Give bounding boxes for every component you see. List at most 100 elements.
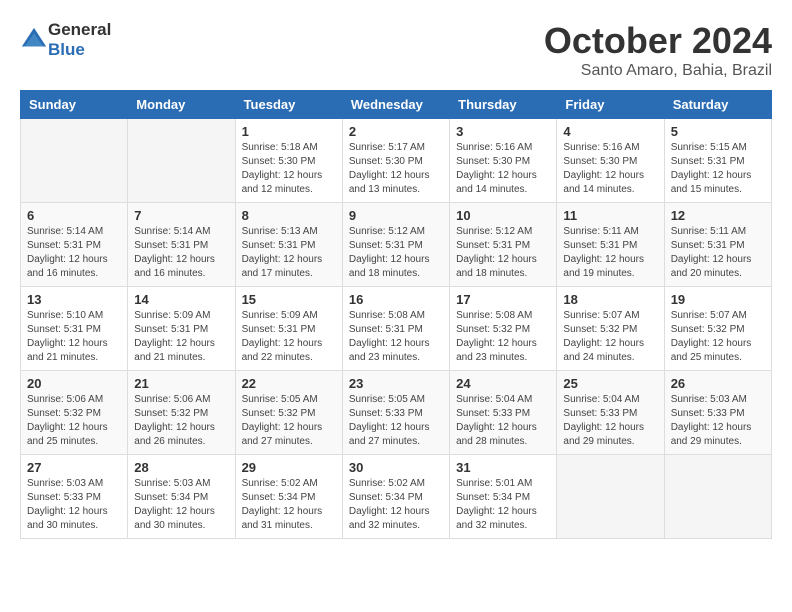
calendar: SundayMondayTuesdayWednesdayThursdayFrid… [20, 90, 772, 539]
day-number: 15 [242, 292, 336, 307]
day-number: 8 [242, 208, 336, 223]
day-info: Sunrise: 5:08 AM Sunset: 5:32 PM Dayligh… [456, 309, 550, 365]
day-info: Sunrise: 5:06 AM Sunset: 5:32 PM Dayligh… [27, 393, 121, 449]
day-cell: 28Sunrise: 5:03 AM Sunset: 5:34 PM Dayli… [128, 455, 235, 539]
day-info: Sunrise: 5:10 AM Sunset: 5:31 PM Dayligh… [27, 309, 121, 365]
day-cell: 14Sunrise: 5:09 AM Sunset: 5:31 PM Dayli… [128, 287, 235, 371]
week-row-3: 13 Sunrise: 5:10 AM Sunset: 5:31 PM Dayli… [21, 287, 772, 371]
day-cell: 30 Sunrise: 5:02 AM Sunset: 5:34 PM Dayli… [342, 455, 449, 539]
day-number: 6 [27, 208, 121, 223]
day-number: 2 [349, 124, 443, 139]
day-info: Sunrise: 5:02 AM Sunset: 5:34 PM Dayligh… [349, 477, 443, 533]
day-number: 31 [456, 460, 550, 475]
day-cell: 17Sunrise: 5:08 AM Sunset: 5:32 PM Dayli… [450, 287, 557, 371]
weekday-header-tuesday: Tuesday [235, 91, 342, 119]
day-cell: 10 Sunrise: 5:12 AM Sunset: 5:31 PM Dayli… [450, 203, 557, 287]
day-number: 30 [349, 460, 443, 475]
day-number: 16 [349, 292, 443, 307]
day-number: 20 [27, 376, 121, 391]
day-number: 13 [27, 292, 121, 307]
day-number: 1 [242, 124, 336, 139]
day-number: 5 [671, 124, 765, 139]
day-info: Sunrise: 5:12 AM Sunset: 5:31 PM Dayligh… [456, 225, 550, 281]
day-number: 22 [242, 376, 336, 391]
day-number: 7 [134, 208, 228, 223]
day-cell: 8 Sunrise: 5:13 AM Sunset: 5:31 PM Daylig… [235, 203, 342, 287]
day-cell: 19Sunrise: 5:07 AM Sunset: 5:32 PM Dayli… [664, 287, 771, 371]
day-cell: 25 Sunrise: 5:04 AM Sunset: 5:33 PM Dayli… [557, 371, 664, 455]
day-info: Sunrise: 5:01 AM Sunset: 5:34 PM Dayligh… [456, 477, 550, 533]
day-cell: 22 Sunrise: 5:05 AM Sunset: 5:32 PM Dayli… [235, 371, 342, 455]
day-info: Sunrise: 5:11 AM Sunset: 5:31 PM Dayligh… [563, 225, 657, 281]
day-info: Sunrise: 5:04 AM Sunset: 5:33 PM Dayligh… [563, 393, 657, 449]
day-info: Sunrise: 5:07 AM Sunset: 5:32 PM Dayligh… [563, 309, 657, 365]
day-cell: 6 Sunrise: 5:14 AM Sunset: 5:31 PM Daylig… [21, 203, 128, 287]
day-cell: 27 Sunrise: 5:03 AM Sunset: 5:33 PM Dayli… [21, 455, 128, 539]
day-number: 19 [671, 292, 765, 307]
day-number: 27 [27, 460, 121, 475]
day-cell: 4 Sunrise: 5:16 AM Sunset: 5:30 PM Daylig… [557, 119, 664, 203]
logo-text-blue: Blue [48, 40, 85, 59]
day-info: Sunrise: 5:11 AM Sunset: 5:31 PM Dayligh… [671, 225, 765, 281]
month-title: October 2024 [544, 20, 772, 62]
day-number: 9 [349, 208, 443, 223]
day-info: Sunrise: 5:04 AM Sunset: 5:33 PM Dayligh… [456, 393, 550, 449]
day-cell: 21 Sunrise: 5:06 AM Sunset: 5:32 PM Dayli… [128, 371, 235, 455]
day-number: 4 [563, 124, 657, 139]
day-number: 23 [349, 376, 443, 391]
day-info: Sunrise: 5:14 AM Sunset: 5:31 PM Dayligh… [134, 225, 228, 281]
day-info: Sunrise: 5:14 AM Sunset: 5:31 PM Dayligh… [27, 225, 121, 281]
day-number: 28 [134, 460, 228, 475]
day-info: Sunrise: 5:05 AM Sunset: 5:32 PM Dayligh… [242, 393, 336, 449]
page-header: General Blue October 2024 Santo Amaro, B… [20, 20, 772, 80]
week-row-2: 6 Sunrise: 5:14 AM Sunset: 5:31 PM Daylig… [21, 203, 772, 287]
day-cell [21, 119, 128, 203]
weekday-header-thursday: Thursday [450, 91, 557, 119]
day-cell: 15Sunrise: 5:09 AM Sunset: 5:31 PM Dayli… [235, 287, 342, 371]
day-cell: 12 Sunrise: 5:11 AM Sunset: 5:31 PM Dayli… [664, 203, 771, 287]
weekday-header-row: SundayMondayTuesdayWednesdayThursdayFrid… [21, 91, 772, 119]
day-info: Sunrise: 5:06 AM Sunset: 5:32 PM Dayligh… [134, 393, 228, 449]
day-cell: 3 Sunrise: 5:16 AM Sunset: 5:30 PM Daylig… [450, 119, 557, 203]
day-cell: 2Sunrise: 5:17 AM Sunset: 5:30 PM Daylig… [342, 119, 449, 203]
logo-text-general: General [48, 20, 111, 39]
day-info: Sunrise: 5:16 AM Sunset: 5:30 PM Dayligh… [456, 141, 550, 197]
day-cell: 20 Sunrise: 5:06 AM Sunset: 5:32 PM Dayli… [21, 371, 128, 455]
day-number: 14 [134, 292, 228, 307]
day-cell: 13 Sunrise: 5:10 AM Sunset: 5:31 PM Dayli… [21, 287, 128, 371]
day-number: 25 [563, 376, 657, 391]
day-number: 3 [456, 124, 550, 139]
day-info: Sunrise: 5:12 AM Sunset: 5:31 PM Dayligh… [349, 225, 443, 281]
weekday-header-sunday: Sunday [21, 91, 128, 119]
weekday-header-wednesday: Wednesday [342, 91, 449, 119]
day-number: 21 [134, 376, 228, 391]
weekday-header-monday: Monday [128, 91, 235, 119]
day-number: 24 [456, 376, 550, 391]
day-info: Sunrise: 5:16 AM Sunset: 5:30 PM Dayligh… [563, 141, 657, 197]
day-cell: 11 Sunrise: 5:11 AM Sunset: 5:31 PM Dayli… [557, 203, 664, 287]
title-area: October 2024 Santo Amaro, Bahia, Brazil [544, 20, 772, 80]
day-info: Sunrise: 5:08 AM Sunset: 5:31 PM Dayligh… [349, 309, 443, 365]
day-cell [664, 455, 771, 539]
day-info: Sunrise: 5:03 AM Sunset: 5:33 PM Dayligh… [671, 393, 765, 449]
day-info: Sunrise: 5:13 AM Sunset: 5:31 PM Dayligh… [242, 225, 336, 281]
day-number: 10 [456, 208, 550, 223]
day-info: Sunrise: 5:03 AM Sunset: 5:33 PM Dayligh… [27, 477, 121, 533]
logo: General Blue [20, 20, 111, 60]
day-number: 11 [563, 208, 657, 223]
day-cell: 26 Sunrise: 5:03 AM Sunset: 5:33 PM Dayli… [664, 371, 771, 455]
weekday-header-saturday: Saturday [664, 91, 771, 119]
week-row-5: 27 Sunrise: 5:03 AM Sunset: 5:33 PM Dayli… [21, 455, 772, 539]
day-cell: 18 Sunrise: 5:07 AM Sunset: 5:32 PM Dayli… [557, 287, 664, 371]
day-cell: 23Sunrise: 5:05 AM Sunset: 5:33 PM Dayli… [342, 371, 449, 455]
location: Santo Amaro, Bahia, Brazil [544, 62, 772, 80]
weekday-header-friday: Friday [557, 91, 664, 119]
day-number: 12 [671, 208, 765, 223]
day-number: 29 [242, 460, 336, 475]
day-number: 26 [671, 376, 765, 391]
week-row-1: 1Sunrise: 5:18 AM Sunset: 5:30 PM Daylig… [21, 119, 772, 203]
day-number: 18 [563, 292, 657, 307]
day-cell: 7 Sunrise: 5:14 AM Sunset: 5:31 PM Daylig… [128, 203, 235, 287]
day-cell [128, 119, 235, 203]
day-cell: 16 Sunrise: 5:08 AM Sunset: 5:31 PM Dayli… [342, 287, 449, 371]
